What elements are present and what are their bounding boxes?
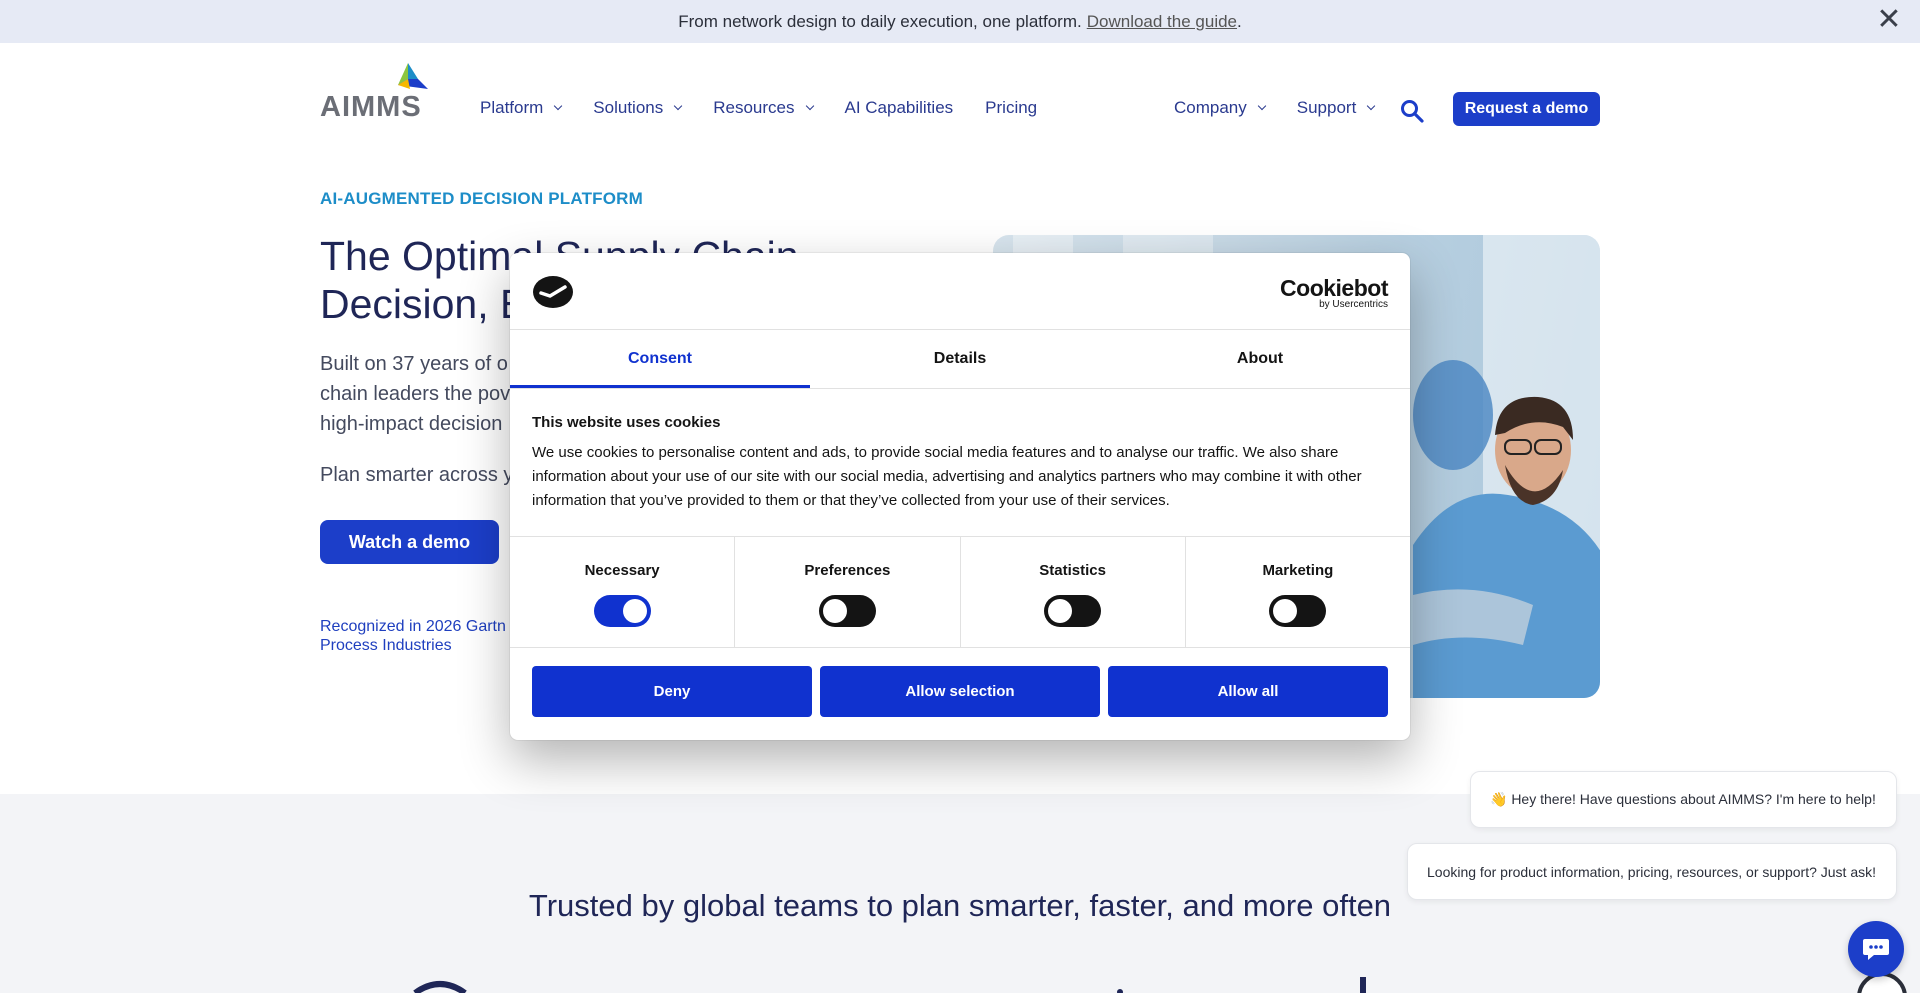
- request-demo-button[interactable]: Request a demo: [1453, 92, 1600, 126]
- marketing-switch[interactable]: [1269, 595, 1327, 627]
- allow-all-button[interactable]: Allow all: [1108, 666, 1388, 717]
- tab-about[interactable]: About: [1110, 330, 1410, 388]
- cookiebot-brand: Cookiebot: [1280, 275, 1388, 301]
- nav-label: Pricing: [985, 98, 1038, 117]
- chevron-down-icon: [673, 101, 683, 111]
- nav-label: Solutions: [593, 98, 664, 117]
- necessary-switch[interactable]: [593, 595, 651, 627]
- announcement-text: From network design to daily execution, …: [678, 11, 1082, 31]
- cookie-category-toggles: Necessary Preferences Statistics Marketi…: [510, 536, 1410, 648]
- statistics-switch[interactable]: [1044, 595, 1102, 627]
- chat-bubble-prompt[interactable]: Looking for product information, pricing…: [1407, 843, 1897, 900]
- nav-resources[interactable]: Resources: [713, 98, 814, 118]
- switch-knob: [1273, 599, 1298, 623]
- tab-details[interactable]: Details: [810, 330, 1110, 388]
- watch-demo-button[interactable]: Watch a demo: [320, 520, 499, 564]
- customer-logos-strip: [413, 977, 1366, 993]
- logo-text: AIMMS: [320, 91, 422, 123]
- cookie-actions: Deny Allow selection Allow all: [532, 666, 1388, 717]
- nav-label: Platform: [480, 98, 544, 117]
- announcement-bar: From network design to daily execution, …: [0, 0, 1920, 43]
- switch-knob: [1048, 599, 1073, 623]
- nav-solutions[interactable]: Solutions: [593, 98, 683, 118]
- toggle-preferences: Preferences: [735, 537, 961, 647]
- nav-platform[interactable]: Platform: [480, 98, 563, 118]
- chevron-down-icon: [1257, 101, 1267, 111]
- search-icon[interactable]: [1400, 99, 1424, 123]
- cookie-description: We use cookies to personalise content an…: [532, 444, 1362, 509]
- nav-company[interactable]: Company: [1174, 98, 1267, 118]
- nav-label: Support: [1296, 98, 1357, 117]
- switch-knob: [622, 599, 647, 623]
- toggle-marketing: Marketing: [1186, 537, 1410, 647]
- download-guide-link[interactable]: Download the guide: [1087, 12, 1237, 32]
- nav-label: Resources: [713, 98, 795, 117]
- cookie-tabs: Consent Details About: [510, 330, 1410, 388]
- cookie-heading: This website uses cookies: [532, 414, 721, 431]
- toggle-necessary: Necessary: [510, 537, 736, 647]
- nav-ai-capabilities[interactable]: AI Capabilities: [845, 98, 954, 118]
- cookie-consent-dialog: Cookiebot by Usercentrics Consent Detail…: [510, 253, 1410, 740]
- toggle-label: Preferences: [804, 562, 891, 579]
- chat-icon: [1863, 939, 1889, 960]
- toggle-label: Statistics: [1039, 562, 1106, 579]
- aimms-logo[interactable]: AIMMS: [320, 63, 435, 123]
- cookiebot-logo: Cookiebot by Usercentrics: [1280, 275, 1388, 310]
- switch-knob: [822, 599, 847, 623]
- toggle-label: Necessary: [584, 562, 660, 579]
- chevron-down-icon: [554, 101, 563, 111]
- chevron-down-icon: [805, 101, 814, 111]
- divider: [510, 388, 1410, 389]
- person-illustration: [1413, 360, 1600, 698]
- nav-label: Company: [1174, 98, 1247, 117]
- preferences-switch[interactable]: [818, 595, 876, 627]
- tab-consent[interactable]: Consent: [510, 330, 810, 388]
- toggle-label: Marketing: [1262, 562, 1334, 579]
- main-nav: Platform Solutions Resources AI Capabili…: [480, 98, 1037, 118]
- secondary-nav: Company Support: [1174, 98, 1376, 118]
- chevron-down-icon: [1367, 101, 1376, 111]
- deny-button[interactable]: Deny: [532, 666, 812, 717]
- nav-pricing[interactable]: Pricing: [985, 98, 1037, 118]
- hero-eyebrow: AI-AUGMENTED DECISION PLATFORM: [320, 189, 644, 208]
- site-header: AIMMS Platform Solutions Resources AI Ca…: [0, 43, 1920, 173]
- chat-bubble-greeting[interactable]: 👋 Hey there! Have questions about AIMMS?…: [1470, 771, 1897, 828]
- close-icon[interactable]: ✕: [1874, 5, 1904, 36]
- toggle-statistics: Statistics: [961, 537, 1186, 647]
- chat-launcher-button[interactable]: [1848, 921, 1904, 977]
- announcement-suffix: .: [1237, 11, 1242, 31]
- nav-label: AI Capabilities: [844, 98, 954, 117]
- nav-support[interactable]: Support: [1296, 98, 1376, 118]
- cookie-icon: [532, 275, 574, 314]
- allow-selection-button[interactable]: Allow selection: [820, 666, 1100, 717]
- logo-triangle-icon: [398, 63, 428, 89]
